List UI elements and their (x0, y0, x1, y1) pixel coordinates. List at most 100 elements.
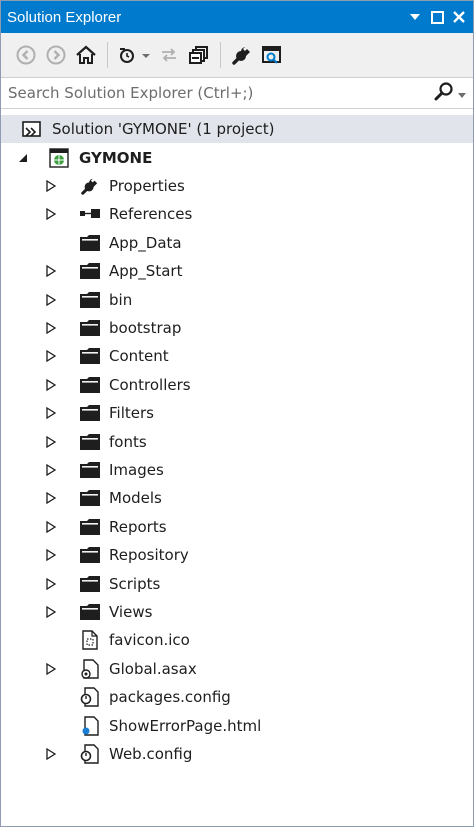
tree-item-repository[interactable]: Repository (1, 541, 473, 569)
search-input[interactable] (1, 78, 427, 108)
tree-item-label: Reports (109, 518, 167, 536)
folder-icon (79, 261, 101, 281)
toolbar-separator (107, 42, 108, 68)
config-file-icon (79, 687, 101, 707)
folder-icon (79, 318, 101, 338)
solution-icon (21, 119, 43, 139)
tree-item-label: Filters (109, 404, 154, 422)
tree-item-content[interactable]: Content (1, 342, 473, 370)
collapsed-arrow-icon[interactable] (44, 662, 58, 676)
tree-item-label: bootstrap (109, 319, 182, 337)
collapsed-arrow-icon[interactable] (44, 207, 58, 221)
solution-label: Solution 'GYMONE' (1 project) (52, 120, 275, 138)
solution-explorer-panel: Solution Explorer Search Solution Explor… (0, 0, 474, 827)
tree-item-scripts[interactable]: Scripts (1, 570, 473, 598)
tree-item-properties[interactable]: Properties (1, 172, 473, 200)
folder-icon (79, 517, 101, 537)
collapsed-arrow-icon[interactable] (44, 264, 58, 278)
maximize-icon[interactable] (427, 6, 447, 28)
folder-icon (79, 545, 101, 565)
solution-node[interactable]: Solution 'GYMONE' (1 project) (1, 115, 473, 143)
tree-item-web-config[interactable]: Web.config (1, 740, 473, 768)
chevron-down-icon (458, 84, 466, 102)
tree-item-label: References (109, 205, 193, 223)
preview-selected-items-icon[interactable] (257, 40, 287, 70)
tree-item-references[interactable]: References (1, 200, 473, 228)
collapsed-arrow-icon[interactable] (44, 179, 58, 193)
project-label: GYMONE (79, 149, 153, 167)
tree-item-label: fonts (109, 433, 147, 451)
tree-item-app-start[interactable]: App_Start (1, 257, 473, 285)
tree-item-reports[interactable]: Reports (1, 513, 473, 541)
collapsed-arrow-icon[interactable] (44, 491, 58, 505)
collapsed-arrow-icon[interactable] (44, 321, 58, 335)
forward-icon[interactable] (41, 40, 71, 70)
collapsed-arrow-icon[interactable] (44, 520, 58, 534)
tree-item-bin[interactable]: bin (1, 286, 473, 314)
references-icon (79, 204, 101, 224)
folder-icon (79, 346, 101, 366)
tree-item-label: Models (109, 489, 162, 507)
tree-item-packages-config[interactable]: packages.config (1, 683, 473, 711)
sync-icon[interactable] (154, 40, 184, 70)
toolbar (1, 33, 473, 77)
collapsed-arrow-icon[interactable] (44, 463, 58, 477)
tree-item-label: bin (109, 291, 133, 309)
title-bar: Solution Explorer (1, 1, 473, 33)
tree-item-label: Views (109, 603, 153, 621)
folder-icon (79, 290, 101, 310)
close-icon[interactable] (449, 6, 469, 28)
collapse-all-icon[interactable] (184, 40, 214, 70)
tree-item-label: Scripts (109, 575, 161, 593)
tree-item-fonts[interactable]: fonts (1, 428, 473, 456)
folder-icon (79, 233, 101, 253)
window-title: Solution Explorer (7, 8, 122, 26)
folder-icon (79, 574, 101, 594)
collapsed-arrow-icon[interactable] (44, 605, 58, 619)
tree-item-label: Global.asax (109, 660, 197, 678)
asax-file-icon (79, 659, 101, 679)
tree-item-models[interactable]: Models (1, 484, 473, 512)
tree-item-label: Content (109, 347, 169, 365)
folder-icon (79, 488, 101, 508)
tree-item-label: Repository (109, 546, 189, 564)
collapsed-arrow-icon[interactable] (44, 435, 58, 449)
dropdown-arrow-icon[interactable] (405, 6, 425, 28)
collapsed-arrow-icon[interactable] (44, 378, 58, 392)
pending-changes-filter-icon[interactable] (114, 40, 154, 70)
config-file-icon (79, 744, 101, 764)
properties-wrench-icon[interactable] (227, 40, 257, 70)
search-bar (1, 77, 473, 109)
tree-item-controllers[interactable]: Controllers (1, 371, 473, 399)
folder-icon (79, 460, 101, 480)
home-icon[interactable] (71, 40, 101, 70)
expanded-arrow-icon[interactable] (16, 151, 30, 165)
tree-item-images[interactable]: Images (1, 456, 473, 484)
folder-icon (79, 403, 101, 423)
folder-icon (79, 432, 101, 452)
collapsed-arrow-icon[interactable] (44, 577, 58, 591)
collapsed-arrow-icon[interactable] (44, 747, 58, 761)
collapsed-arrow-icon[interactable] (44, 293, 58, 307)
back-icon[interactable] (11, 40, 41, 70)
search-options-button[interactable] (427, 78, 473, 108)
tree-item-bootstrap[interactable]: bootstrap (1, 314, 473, 342)
html-file-icon (79, 716, 101, 736)
collapsed-arrow-icon[interactable] (44, 349, 58, 363)
collapsed-arrow-icon[interactable] (44, 548, 58, 562)
tree-item-label: Controllers (109, 376, 191, 394)
tree-item-views[interactable]: Views (1, 598, 473, 626)
tree-item-label: App_Data (109, 234, 182, 252)
tree-item-label: Images (109, 461, 164, 479)
project-node[interactable]: GYMONE (1, 144, 473, 172)
tree-item-app-data[interactable]: App_Data (1, 229, 473, 257)
tree-item-filters[interactable]: Filters (1, 399, 473, 427)
collapsed-arrow-icon[interactable] (44, 406, 58, 420)
tree-item-global-asax[interactable]: Global.asax (1, 655, 473, 683)
tree-item-label: packages.config (109, 688, 231, 706)
tree-item-showerrorpage-html[interactable]: ShowErrorPage.html (1, 712, 473, 740)
folder-icon (79, 602, 101, 622)
tree-item-label: App_Start (109, 262, 183, 280)
tree-item-label: favicon.ico (109, 631, 190, 649)
tree-item-favicon-ico[interactable]: favicon.ico (1, 626, 473, 654)
